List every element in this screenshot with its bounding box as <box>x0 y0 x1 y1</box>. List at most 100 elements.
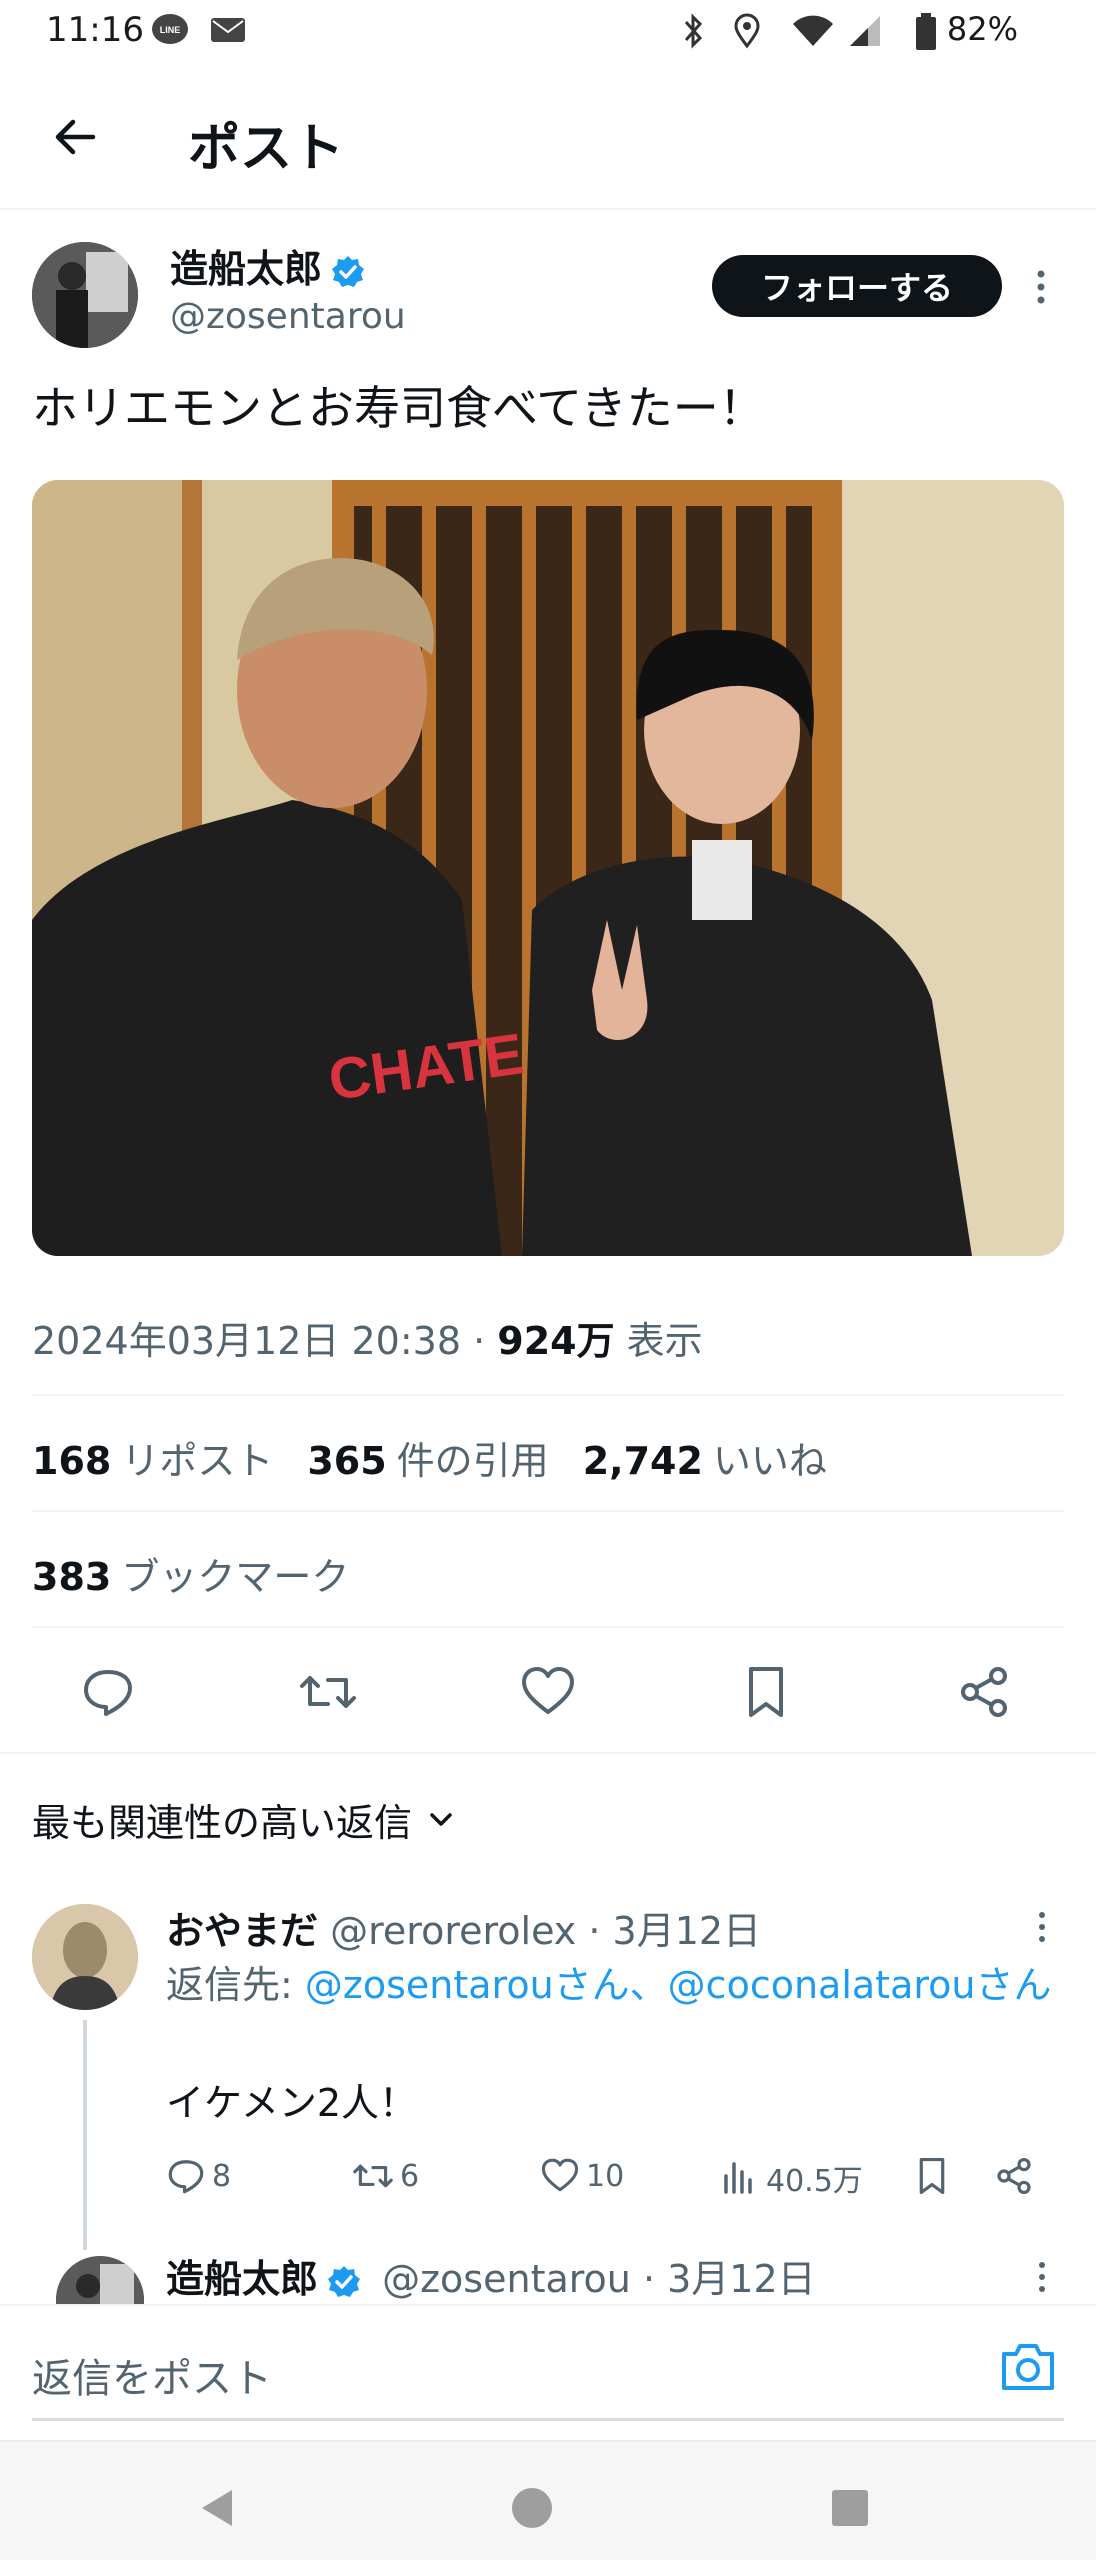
back-button[interactable] <box>40 102 110 172</box>
author-name[interactable]: 造船太郎 <box>170 238 366 293</box>
reply2-header: 造船太郎 @zosentarou · 3月12日 <box>166 2248 816 2303</box>
repost-icon <box>353 2164 393 2188</box>
svg-text:LINE: LINE <box>160 25 181 35</box>
tweet-timestamp: 2024年03月12日 20:38 · <box>32 1319 498 1363</box>
reply-action-bar: 8 6 10 40.5万 <box>166 2150 1066 2210</box>
reply-sort-dropdown[interactable]: 最も関連性の高い返信 <box>32 1792 456 1847</box>
reply-repost-count: 6 <box>400 2158 420 2194</box>
camera-button[interactable] <box>998 2340 1068 2400</box>
bookmark-button[interactable] <box>736 1662 796 1722</box>
repost-label[interactable]: リポスト <box>121 1439 273 1483</box>
arrow-left-icon <box>55 119 96 155</box>
page-title: ポスト <box>188 119 345 179</box>
tweet-timestamp-views: 2024年03月12日 20:38 · 924万 表示 <box>32 1310 703 1365</box>
like-count[interactable]: 2,742 <box>583 1439 703 1483</box>
views-label: 表示 <box>614 1319 703 1363</box>
reply-to-prefix: 返信先: <box>166 1963 305 2007</box>
reply-to-line: 返信先: @zosentarouさん、@coconalatarouさん <box>166 1958 1066 2012</box>
reply-more-button[interactable] <box>1030 1906 1054 1952</box>
thread-line <box>83 2020 87 2250</box>
nav-home-button[interactable] <box>510 2486 554 2534</box>
follow-button[interactable]: フォローする <box>712 255 1002 317</box>
square-recents-icon <box>832 2490 868 2526</box>
divider <box>32 1394 1064 1396</box>
bookmark-count: 383 <box>32 1555 112 1599</box>
repost-count[interactable]: 168 <box>32 1439 111 1483</box>
signal-icon <box>846 12 886 58</box>
system-navigation-bar <box>0 2440 1096 2560</box>
reply-button[interactable] <box>78 1662 138 1722</box>
reply2-author-name[interactable]: 造船太郎 <box>166 2257 318 2301</box>
reply-icon <box>168 2160 204 2194</box>
engagement-stats: 168 リポスト 365 件の引用 2,742 いいね <box>32 1430 861 1485</box>
reply-bookmark-button[interactable] <box>912 2156 952 2196</box>
battery-icon <box>914 12 938 60</box>
nav-back-button[interactable] <box>196 2486 240 2534</box>
repost-icon <box>300 1676 356 1708</box>
reply-date[interactable]: · 3月12日 <box>576 1909 761 1953</box>
mail-icon <box>208 12 248 56</box>
more-vertical-icon <box>1037 270 1045 304</box>
heart-icon <box>541 2158 579 2192</box>
compose-underline <box>32 2418 1064 2421</box>
mention-link[interactable]: @coconalatarouさん <box>668 1963 1052 2007</box>
reply-view-count: 40.5万 <box>766 2164 863 2199</box>
reply-compose-bar: 返信をポスト <box>0 2304 1096 2436</box>
chevron-down-icon <box>430 1812 452 1826</box>
reply-icon <box>84 1670 132 1716</box>
reply2-date[interactable]: · 3月12日 <box>631 2257 816 2301</box>
share-button[interactable] <box>954 1662 1014 1722</box>
views-count: 924万 <box>497 1319 615 1363</box>
bar-chart-icon <box>724 2162 752 2194</box>
quote-count[interactable]: 365 <box>307 1439 386 1483</box>
share-icon <box>961 1667 1007 1717</box>
bluetooth-icon <box>678 12 708 58</box>
more-vertical-icon <box>1039 1912 1045 1942</box>
divider <box>32 1626 1064 1628</box>
reply-reply-button[interactable]: 8 <box>166 2156 231 2196</box>
tweet-text: ホリエモンとお寿司食べてきたー！ <box>32 381 765 435</box>
tweet-photo[interactable]: CHATEAUBRIAND <box>32 480 1064 1256</box>
reply2-author-avatar[interactable] <box>56 2256 144 2306</box>
verified-badge-icon <box>326 2264 362 2300</box>
nav-recents-button[interactable] <box>828 2486 872 2534</box>
line-app-icon: LINE <box>150 12 190 56</box>
like-label[interactable]: いいね <box>713 1439 827 1483</box>
reply-like-button[interactable]: 10 <box>540 2156 624 2196</box>
reply-repost-button[interactable]: 6 <box>352 2156 419 2196</box>
verified-badge-icon <box>330 254 366 290</box>
reply-author-avatar[interactable] <box>32 1904 138 2010</box>
like-button[interactable] <box>518 1662 578 1722</box>
divider <box>32 1510 1064 1512</box>
more-vertical-icon <box>1039 2262 1045 2292</box>
reply2-more-button[interactable] <box>1030 2256 1054 2302</box>
reply-share-button[interactable] <box>994 2156 1034 2196</box>
reply-views-button[interactable]: 40.5万 <box>720 2156 863 2200</box>
reply-like-count: 10 <box>586 2158 625 2194</box>
reply2-author-handle[interactable]: @zosentarou <box>382 2257 631 2301</box>
mention-link[interactable]: @zosentarouさん <box>305 1963 630 2007</box>
status-bar: 11:16 LINE 82% <box>0 0 1096 62</box>
more-options-button[interactable] <box>1026 262 1056 312</box>
repost-button[interactable] <box>298 1662 358 1722</box>
divider <box>0 1752 1096 1754</box>
mention-separator: 、 <box>629 1963 668 2007</box>
author-avatar[interactable] <box>32 242 138 348</box>
battery-percent: 82% <box>946 10 1018 48</box>
quote-label[interactable]: 件の引用 <box>397 1439 549 1483</box>
location-icon <box>732 12 762 58</box>
camera-icon <box>1002 2344 1054 2390</box>
status-time: 11:16 <box>46 10 144 50</box>
share-icon <box>997 2157 1031 2195</box>
reply-text: イケメン2人！ <box>166 2081 418 2125</box>
circle-home-icon <box>512 2488 552 2528</box>
tweet-action-bar <box>0 1648 1096 1738</box>
reply-author-handle[interactable]: @rerorerolex <box>330 1909 576 1953</box>
reply-compose-input[interactable]: 返信をポスト <box>32 2346 272 2404</box>
top-app-bar: ポスト <box>0 72 1096 210</box>
author-handle[interactable]: @zosentarou <box>170 296 406 337</box>
bookmark-icon <box>749 1667 783 1717</box>
heart-icon <box>522 1667 574 1714</box>
reply-header: おやまだ @rerorerolex · 3月12日 <box>166 1900 761 1955</box>
reply-author-name[interactable]: おやまだ <box>166 1909 318 1953</box>
